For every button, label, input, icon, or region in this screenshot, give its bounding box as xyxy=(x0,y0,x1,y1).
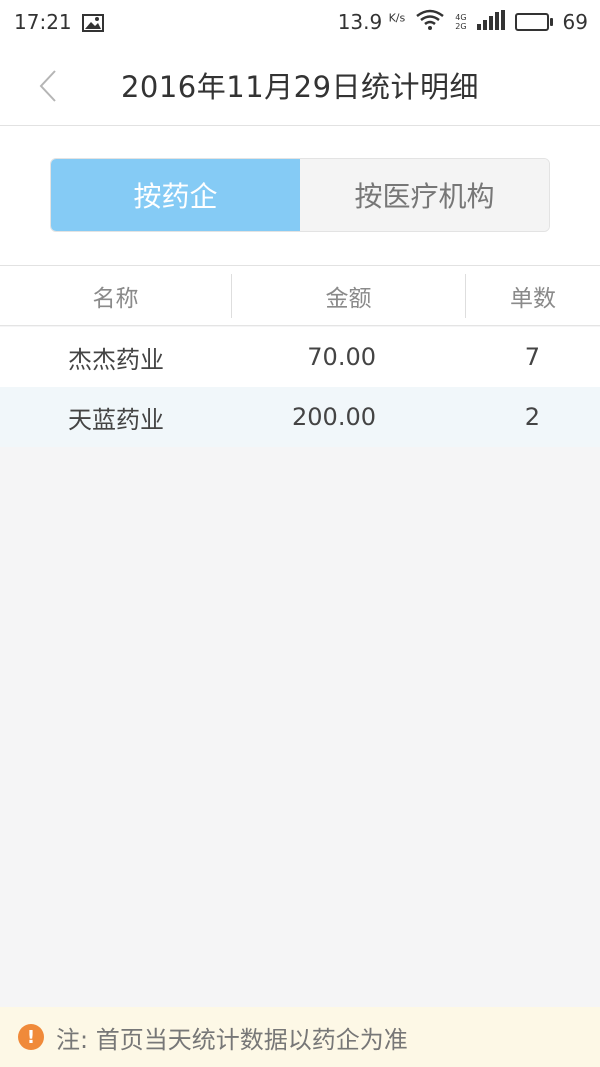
segment-area: 按药企 按医疗机构 xyxy=(0,126,600,266)
column-header-amount[interactable]: 金额 xyxy=(232,273,466,318)
row-amount: 200.00 xyxy=(292,403,376,431)
row-name: 杰杰药业 xyxy=(68,345,164,374)
row-count: 2 xyxy=(524,403,540,431)
footer-note: ! 注: 首页当天统计数据以药企为准 xyxy=(0,1007,600,1067)
signal-icon: 4G 2G xyxy=(455,13,467,31)
battery-level: 69 xyxy=(562,10,588,34)
status-time: 17:21 xyxy=(14,10,72,34)
table-row[interactable]: 天蓝药业 200.00 2 xyxy=(0,387,600,447)
footer-note-text: 注: 首页当天统计数据以药企为准 xyxy=(56,1025,408,1054)
row-name: 天蓝药业 xyxy=(68,405,164,434)
speed-unit: K/s xyxy=(388,11,406,25)
warning-icon: ! xyxy=(18,1024,44,1050)
column-header-name[interactable]: 名称 xyxy=(0,273,232,318)
row-count: 7 xyxy=(524,343,540,371)
image-notification-icon xyxy=(81,13,104,32)
table-row[interactable]: 杰杰药业 70.00 7 xyxy=(0,327,600,387)
back-button[interactable] xyxy=(28,64,68,108)
wifi-icon xyxy=(415,9,445,36)
status-left: 17:21 xyxy=(14,10,104,34)
signal-bars-icon xyxy=(476,9,505,35)
chevron-left-icon xyxy=(39,70,56,102)
tab-by-pharma-company[interactable]: 按药企 xyxy=(51,159,300,231)
segmented-control: 按药企 按医疗机构 xyxy=(50,158,550,232)
table-body: 杰杰药业 70.00 7 天蓝药业 200.00 2 xyxy=(0,327,600,447)
status-right: 13.9 K/s 4G 2G 69 xyxy=(338,9,588,36)
network-speed: 13.9 K/s xyxy=(337,10,406,34)
status-bar: 17:21 13.9 K/s 4G 2G 69 xyxy=(0,0,600,44)
nav-bar: 2016年11月29日统计明细 xyxy=(0,44,600,126)
table-header: 名称 金额 单数 xyxy=(0,266,600,326)
row-amount: 70.00 xyxy=(307,343,376,371)
tab-by-medical-institution[interactable]: 按医疗机构 xyxy=(300,159,549,231)
page-title: 2016年11月29日统计明细 xyxy=(120,69,480,104)
column-header-count[interactable]: 单数 xyxy=(466,274,600,318)
battery-icon xyxy=(514,13,553,31)
